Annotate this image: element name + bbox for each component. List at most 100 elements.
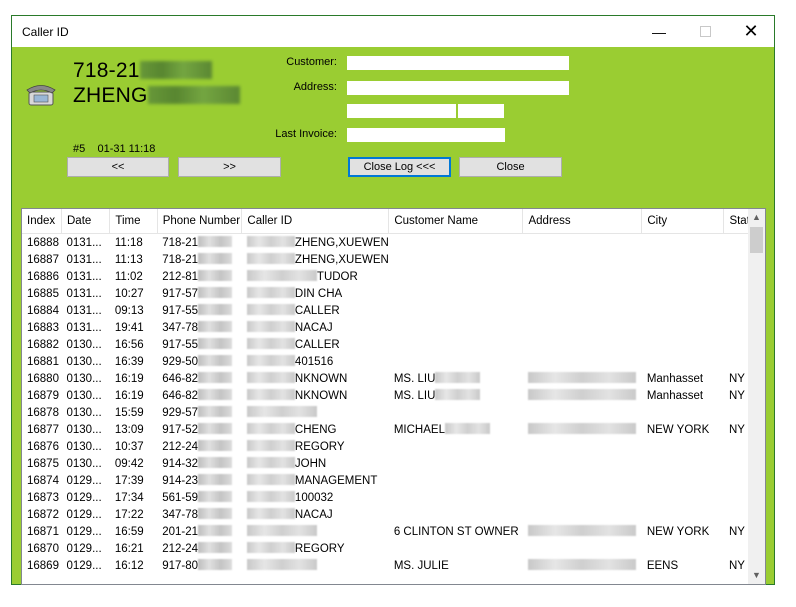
table-row[interactable]: 16876 0130... 10:37 212-24 REGORY	[22, 438, 765, 455]
table-row[interactable]: 16875 0130... 09:42 914-32 JOHN	[22, 455, 765, 472]
column-header[interactable]: Address	[522, 209, 643, 234]
phone-cell: 917-55	[157, 336, 242, 353]
vertical-scrollbar[interactable]: ▲ ▼	[748, 209, 765, 584]
masked-region	[246, 440, 295, 451]
customer-name-cell	[389, 285, 523, 302]
scroll-up-icon[interactable]: ▲	[748, 209, 765, 226]
caller-id-cell: 100032	[242, 489, 389, 506]
caller-id-cell: NKNOWN	[242, 370, 389, 387]
city-cell: NEW YORK	[642, 421, 724, 438]
table-row[interactable]: 16888 0131... 11:18 718-21 ZHENG,XUEWEN	[22, 234, 765, 252]
address-cell	[523, 421, 642, 438]
close-icon: ✕	[743, 21, 759, 41]
customer-name-cell	[389, 506, 523, 523]
time-cell: 17:34	[110, 489, 157, 506]
index-cell-text: 16887	[27, 253, 59, 266]
phone-cell-text: 929-57	[162, 407, 199, 419]
maximize-button[interactable]	[682, 16, 728, 47]
client-area: 718-21 ZHENG #5 01-31 11:18 Customer: Ad…	[12, 47, 774, 585]
customer-name-cell	[389, 302, 523, 319]
time-cell: 11:13	[110, 251, 157, 268]
table-row[interactable]: 16870 0129... 16:21 212-24 REGORY	[22, 540, 765, 557]
table-row[interactable]: 16871 0129... 16:59 201-21 6 CLINTON ST OWNE…	[22, 523, 765, 540]
close-button[interactable]: Close	[459, 157, 562, 177]
city-cell-text: NEW YORK	[646, 525, 710, 538]
phone-cell: 561-59	[157, 489, 242, 506]
customer-field[interactable]	[347, 56, 569, 70]
column-header[interactable]: Caller ID	[241, 209, 390, 234]
city-cell	[642, 472, 724, 489]
zip-field[interactable]	[458, 104, 504, 118]
phone-cell-text: 646-82	[162, 373, 199, 385]
index-cell: 16883	[22, 319, 62, 336]
last-invoice-field[interactable]	[347, 128, 505, 142]
index-cell-text: 16880	[27, 372, 59, 385]
masked-region	[246, 338, 295, 349]
title-bar: Caller ID — ✕	[12, 16, 774, 47]
table-row[interactable]: 16882 0130... 16:56 917-55 CALLER	[22, 336, 765, 353]
column-header[interactable]: City	[641, 209, 725, 234]
phone-cell: 914-23	[157, 472, 242, 489]
phone-cell: 917-52	[157, 421, 242, 438]
previous-button[interactable]: <<	[67, 157, 169, 177]
table-row[interactable]: 16885 0131... 10:27 917-57 DIN CHA	[22, 285, 765, 302]
table-row[interactable]: 16869 0129... 16:12 917-80 MS. JULIE EENS NY	[22, 557, 765, 574]
table-row[interactable]: 16878 0130... 15:59 929-57	[22, 404, 765, 421]
table-row[interactable]: 16880 0130... 16:19 646-82 NKNOWN MS. LIU Manh…	[22, 370, 765, 387]
customer-name-cell: MS. JULIE	[389, 557, 523, 574]
next-button[interactable]: >>	[178, 157, 281, 177]
city-cell-text: Manhasset	[646, 389, 704, 402]
address-label: Address:	[293, 81, 337, 93]
table-row[interactable]: 16887 0131... 11:13 718-21 ZHENG,XUEWEN	[22, 251, 765, 268]
table-row[interactable]: 16883 0131... 19:41 347-78 NACAJ	[22, 319, 765, 336]
caller-id-cell: REGORY	[242, 438, 389, 455]
masked-region	[246, 559, 317, 570]
scroll-thumb[interactable]	[750, 227, 763, 253]
address-field[interactable]	[347, 81, 569, 95]
caller-id-cell-text: NKNOWN	[294, 390, 348, 402]
date-cell: 0130...	[62, 336, 110, 353]
table-row[interactable]: 16879 0130... 16:19 646-82 NKNOWN MS. LIU Manh…	[22, 387, 765, 404]
customer-name-cell	[389, 472, 523, 489]
index-cell: 16884	[22, 302, 62, 319]
index-cell: 16871	[22, 523, 62, 540]
column-header[interactable]: Date	[61, 209, 111, 234]
date-cell-text: 0130...	[66, 372, 102, 385]
table-row[interactable]: 16884 0131... 09:13 917-55 CALLER	[22, 302, 765, 319]
city-cell	[642, 506, 724, 523]
table-row[interactable]: 16877 0130... 13:09 917-52 CHENG MICHAEL NEW Y…	[22, 421, 765, 438]
caller-name-text: ZHENG	[73, 84, 148, 107]
date-cell: 0130...	[62, 404, 110, 421]
column-header[interactable]: Time	[109, 209, 158, 234]
time-cell: 16:56	[110, 336, 157, 353]
close-log-button[interactable]: Close Log <<<	[348, 157, 451, 177]
masked-region	[198, 236, 233, 247]
masked-region	[246, 423, 295, 434]
city-cell: Manhasset	[642, 387, 724, 404]
table-row[interactable]: 16874 0129... 17:39 914-23 MANAGEMENT	[22, 472, 765, 489]
close-window-button[interactable]: ✕	[728, 16, 774, 47]
column-header[interactable]: Customer Name	[388, 209, 524, 234]
call-log-table[interactable]: Index Date Time Phone Number Caller ID Custom…	[21, 208, 766, 585]
phone-cell-text: 561-59	[162, 492, 199, 504]
address-line2-field[interactable]	[347, 104, 456, 118]
time-cell: 17:22	[110, 506, 157, 523]
table-row[interactable]: 16881 0130... 16:39 929-50 401516	[22, 353, 765, 370]
table-row[interactable]: 16873 0129... 17:34 561-59 100032	[22, 489, 765, 506]
scroll-down-icon[interactable]: ▼	[748, 567, 765, 584]
phone-cell-text: 917-55	[162, 339, 199, 351]
customer-name-cell-text: MS. LIU	[393, 373, 436, 385]
masked-region	[246, 406, 317, 417]
date-cell: 0129...	[62, 557, 110, 574]
caller-phone-text: 718-21	[73, 59, 140, 82]
address-cell	[523, 489, 642, 506]
index-cell: 16876	[22, 438, 62, 455]
table-row[interactable]: 16886 0131... 11:02 212-81 TUDOR	[22, 268, 765, 285]
index-cell-text: 16875	[27, 457, 59, 470]
column-header[interactable]: Index	[22, 209, 62, 234]
masked-region	[198, 457, 233, 468]
table-row[interactable]: 16872 0129... 17:22 347-78 NACAJ	[22, 506, 765, 523]
column-header[interactable]: Phone Number	[157, 209, 243, 234]
caller-name: ZHENG	[73, 84, 240, 108]
minimize-button[interactable]: —	[636, 16, 682, 47]
